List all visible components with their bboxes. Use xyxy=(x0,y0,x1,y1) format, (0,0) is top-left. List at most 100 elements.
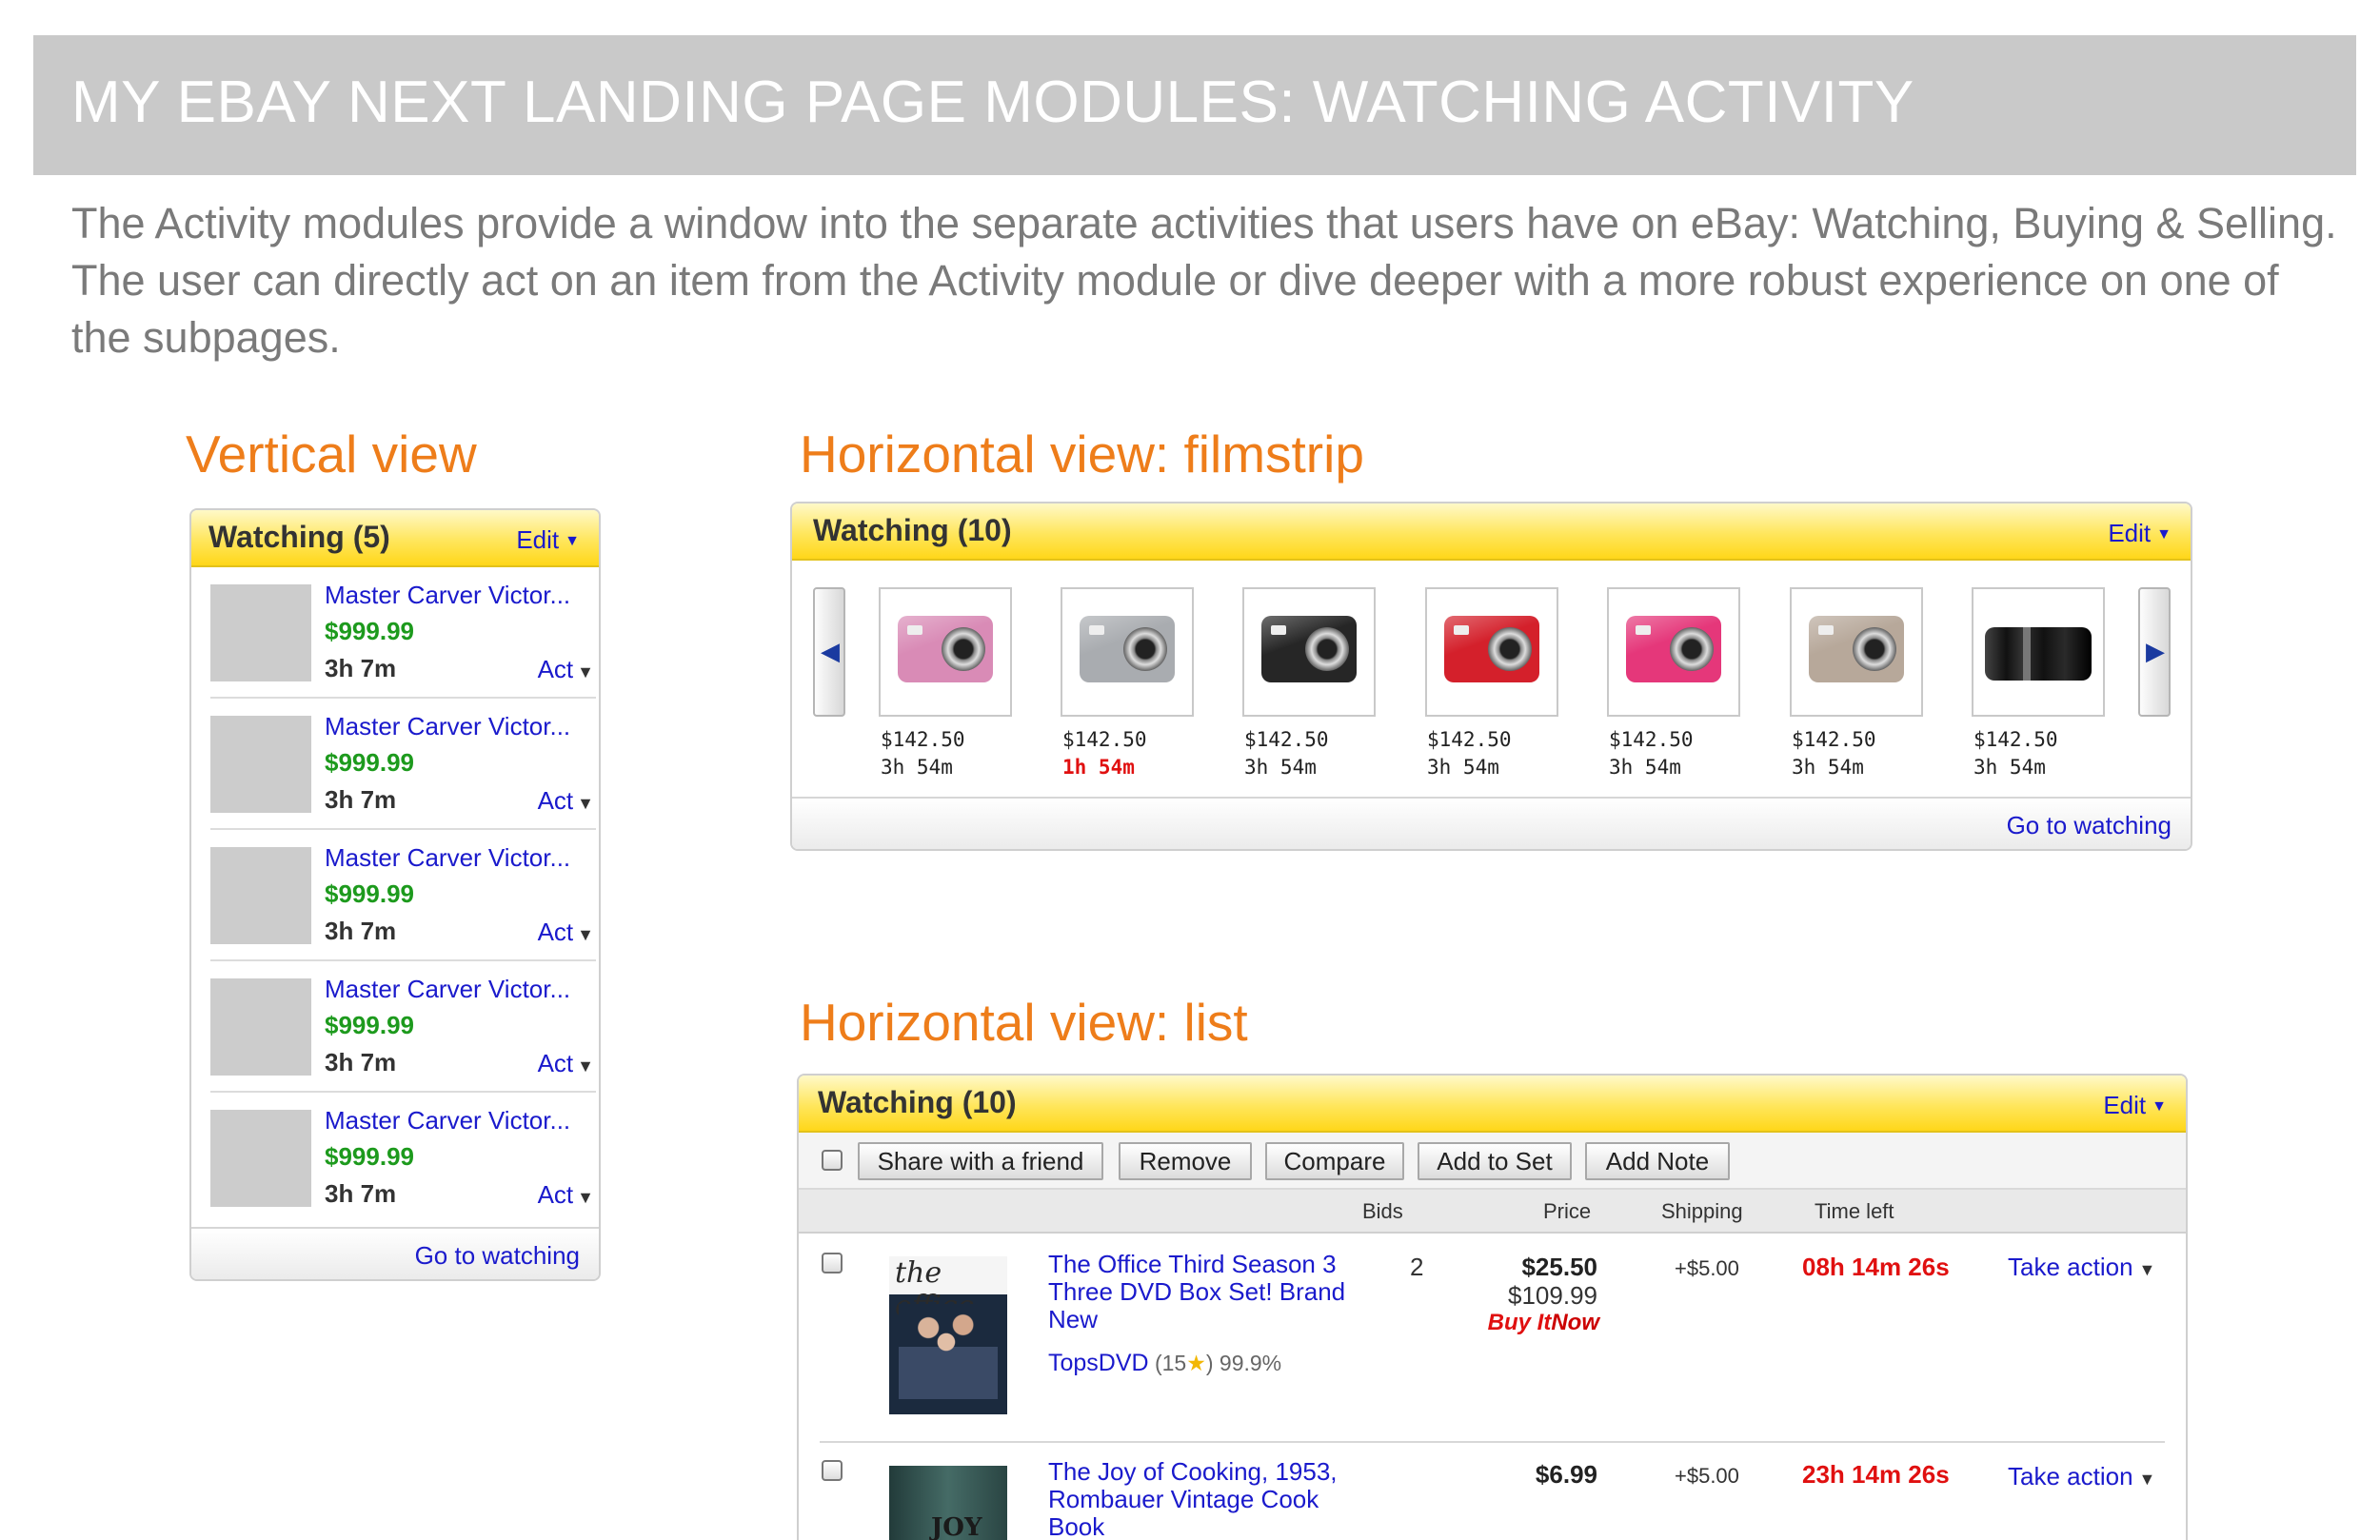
item-thumbnail[interactable] xyxy=(210,716,311,813)
filmstrip-item[interactable]: $142.50 3h 54m xyxy=(1790,587,1923,781)
item-price: $142.50 xyxy=(1244,728,1329,751)
remove-button[interactable]: Remove xyxy=(1119,1142,1252,1180)
filmstrip-item[interactable]: $142.50 1h 54m xyxy=(1061,587,1194,781)
table-row[interactable]: the office The Office Third Season 3 Thr… xyxy=(799,1234,2186,1433)
filmstrip-prev-button[interactable]: ◀ xyxy=(813,587,845,717)
filmstrip-item[interactable]: $142.50 3h 54m xyxy=(1242,587,1376,781)
item-time-left: 3h 54m xyxy=(1792,756,1864,779)
item-thumbnail[interactable] xyxy=(210,847,311,944)
caret-down-icon: ▼ xyxy=(2152,1098,2167,1115)
item-title-link[interactable]: The Office Third Season 3 Three DVD Box … xyxy=(1048,1251,1372,1333)
camera-thumbnail[interactable] xyxy=(1061,587,1194,717)
take-action-menu[interactable]: Take action ▼ xyxy=(2008,1253,2155,1282)
item-price: $25.50 xyxy=(1521,1253,1597,1281)
act-label: Act xyxy=(537,786,574,815)
list-item[interactable]: Master Carver Victor... $999.99 3h 7m Ac… xyxy=(210,830,596,961)
price-column-header[interactable]: Price xyxy=(1543,1199,1591,1224)
select-all-checkbox[interactable] xyxy=(822,1150,843,1171)
item-title-link[interactable]: The Joy of Cooking, 1953, Rombauer Vinta… xyxy=(1048,1458,1372,1540)
take-action-menu[interactable]: Take action ▼ xyxy=(2008,1462,2155,1491)
camera-thumbnail[interactable] xyxy=(879,587,1012,717)
caret-down-icon: ▼ xyxy=(577,1188,594,1207)
item-time-left: 3h 54m xyxy=(1609,756,1681,779)
item-price: $142.50 xyxy=(1973,728,2058,751)
add-note-button[interactable]: Add Note xyxy=(1585,1142,1730,1180)
camera-thumbnail[interactable] xyxy=(1790,587,1923,717)
module-title: Watching (10) xyxy=(818,1085,1017,1119)
camera-thumbnail[interactable] xyxy=(1607,587,1740,717)
act-menu[interactable]: Act ▼ xyxy=(538,655,594,684)
shipping-column-header[interactable]: Shipping xyxy=(1661,1199,1743,1224)
edit-menu[interactable]: Edit ▼ xyxy=(516,525,580,555)
edit-menu[interactable]: Edit ▼ xyxy=(2108,519,2172,548)
item-thumbnail[interactable] xyxy=(210,1110,311,1207)
feedback-score: (15★) 99.9% xyxy=(1154,1351,1282,1375)
item-time-left: 3h 7m xyxy=(325,917,397,945)
item-thumbnail[interactable]: the office xyxy=(889,1256,1007,1414)
lens-image xyxy=(1985,627,2092,681)
item-title-link[interactable]: Master Carver Victor... xyxy=(325,581,570,610)
list-item[interactable]: Master Carver Victor... $999.99 3h 7m Ac… xyxy=(210,961,596,1093)
seller-rating: 99.9% xyxy=(1219,1351,1282,1375)
item-time-left: 3h 54m xyxy=(881,756,953,779)
item-title-link[interactable]: Master Carver Victor... xyxy=(325,975,570,1004)
item-thumbnail[interactable] xyxy=(210,584,311,681)
act-menu[interactable]: Act ▼ xyxy=(538,1180,594,1210)
compare-button[interactable]: Compare xyxy=(1265,1142,1404,1180)
time-left: 08h 14m 26s xyxy=(1802,1253,1950,1281)
act-label: Act xyxy=(537,918,574,946)
item-title-link[interactable]: Master Carver Victor... xyxy=(325,1106,570,1135)
module-header: Watching (5) Edit ▼ xyxy=(191,510,599,567)
item-price: $142.50 xyxy=(881,728,965,751)
go-to-watching-link[interactable]: Go to watching xyxy=(2007,811,2172,840)
list-item[interactable]: Master Carver Victor... $999.99 3h 7m Ac… xyxy=(210,699,596,830)
list-item[interactable]: Master Carver Victor... $999.99 3h 7m Ac… xyxy=(210,1093,596,1224)
seller-info: TopsDVD (15★) 99.9% xyxy=(1048,1350,1281,1377)
module-title: Watching (10) xyxy=(813,513,1012,547)
caret-down-icon: ▼ xyxy=(577,794,594,813)
list-item[interactable]: Master Carver Victor... $999.99 3h 7m Ac… xyxy=(210,567,596,699)
edit-label: Edit xyxy=(516,525,560,554)
table-row[interactable]: JOY The Joy of Cooking, 1953, Rombauer V… xyxy=(799,1443,2186,1540)
vertical-watching-module: Watching (5) Edit ▼ Master Carver Victor.… xyxy=(189,508,601,1281)
item-time-left: 3h 7m xyxy=(325,654,397,682)
page-banner: MY EBAY NEXT LANDING PAGE MODULES: WATCH… xyxy=(33,35,2356,175)
camera-thumbnail[interactable] xyxy=(1425,587,1558,717)
lens-thumbnail[interactable] xyxy=(1972,587,2105,717)
add-to-set-button[interactable]: Add to Set xyxy=(1418,1142,1572,1180)
module-title: Watching (5) xyxy=(208,520,390,554)
filmstrip-item[interactable]: $142.50 3h 54m xyxy=(1607,587,1740,781)
item-price: $142.50 xyxy=(1792,728,1876,751)
time-left-column-header[interactable]: Time left xyxy=(1815,1199,1894,1224)
caret-down-icon: ▼ xyxy=(2138,1260,2156,1279)
item-title-link[interactable]: Master Carver Victor... xyxy=(325,843,570,873)
row-checkbox[interactable] xyxy=(822,1460,843,1481)
caret-down-icon: ▼ xyxy=(565,533,580,549)
edit-menu[interactable]: Edit ▼ xyxy=(2103,1091,2167,1120)
item-thumbnail[interactable] xyxy=(210,978,311,1076)
item-time-left: 3h 54m xyxy=(1244,756,1317,779)
item-price: $142.50 xyxy=(1427,728,1512,751)
caret-down-icon: ▼ xyxy=(2156,526,2172,543)
filmstrip-item[interactable]: $142.50 3h 54m xyxy=(879,587,1012,781)
item-price: $999.99 xyxy=(325,748,414,777)
seller-name-link[interactable]: TopsDVD xyxy=(1048,1350,1149,1376)
camera-thumbnail[interactable] xyxy=(1242,587,1376,717)
filmstrip-item[interactable]: $142.50 3h 54m xyxy=(1425,587,1558,781)
camera-image xyxy=(1080,616,1175,682)
go-to-watching-link[interactable]: Go to watching xyxy=(415,1241,580,1271)
act-menu[interactable]: Act ▼ xyxy=(538,786,594,816)
filmstrip-next-button[interactable]: ▶ xyxy=(2138,587,2171,717)
row-checkbox[interactable] xyxy=(822,1253,843,1273)
filmstrip-item[interactable]: $142.50 3h 54m xyxy=(1972,587,2105,781)
act-menu[interactable]: Act ▼ xyxy=(538,918,594,947)
caret-down-icon: ▼ xyxy=(577,1056,594,1076)
item-title-link[interactable]: Master Carver Victor... xyxy=(325,712,570,741)
cover-title: JOY xyxy=(931,1513,982,1540)
bids-column-header[interactable]: Bids xyxy=(1362,1199,1403,1224)
item-price: $999.99 xyxy=(325,617,414,645)
item-thumbnail[interactable]: JOY xyxy=(889,1466,1007,1540)
act-menu[interactable]: Act ▼ xyxy=(538,1049,594,1078)
share-with-friend-button[interactable]: Share with a friend xyxy=(858,1142,1103,1180)
item-price: $999.99 xyxy=(325,1011,414,1039)
